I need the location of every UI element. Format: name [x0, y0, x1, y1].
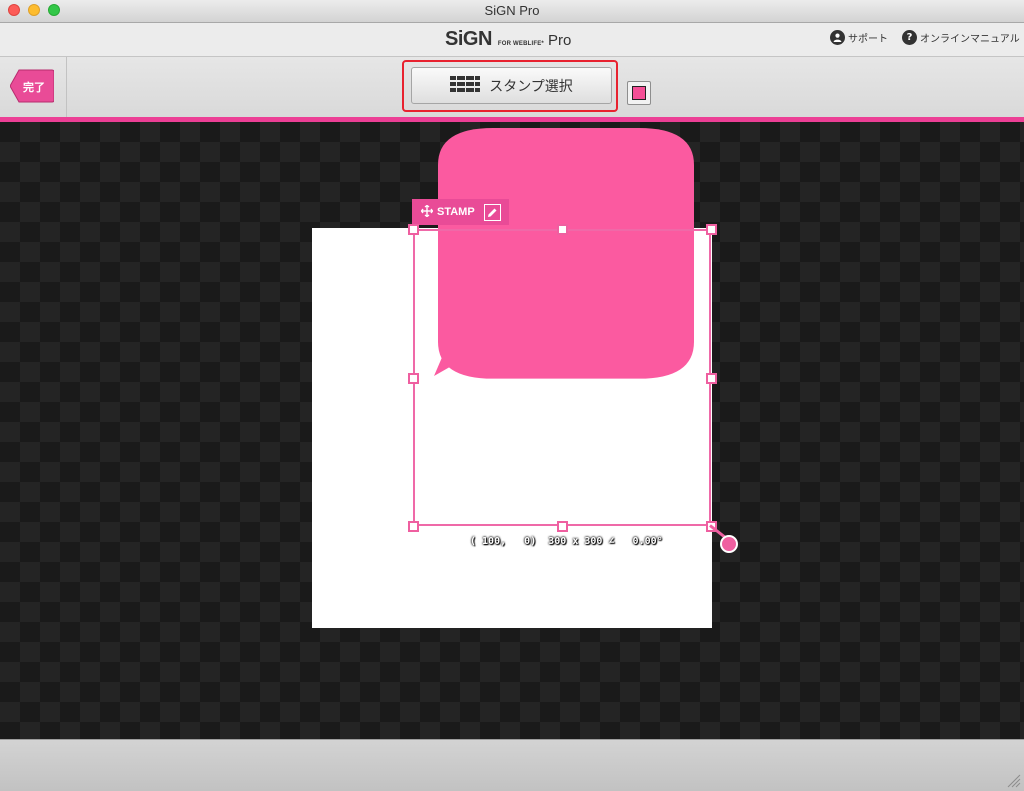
toolbar-divider — [66, 57, 67, 117]
zoom-window-button[interactable] — [48, 4, 60, 16]
rotation-handle[interactable] — [720, 535, 738, 553]
resize-handle-left[interactable] — [408, 373, 419, 384]
window-titlebar: SiGN Pro — [0, 0, 1024, 23]
resize-handle-top-left[interactable] — [408, 224, 419, 235]
coordinate-readout: ( 100, 0) 300 x 300 ∠ 0.00° — [470, 536, 663, 547]
resize-handle-top[interactable] — [557, 224, 568, 235]
minimize-window-button[interactable] — [28, 4, 40, 16]
question-circle-icon: ? — [902, 30, 917, 45]
selection-box[interactable] — [413, 229, 711, 526]
move-arrows-icon[interactable] — [420, 204, 434, 220]
logo-pro: Pro — [547, 32, 572, 49]
color-swatch-fill — [632, 86, 646, 100]
status-bar — [0, 739, 1024, 791]
person-circle-icon — [830, 30, 845, 45]
close-window-button[interactable] — [8, 4, 20, 16]
color-swatch-button[interactable] — [627, 81, 651, 105]
logo-sub: FOR WEBLIFE* — [497, 41, 544, 47]
pencil-icon[interactable] — [483, 203, 501, 221]
stamp-select-label: スタンプ選択 — [489, 78, 573, 95]
support-label: サポート — [848, 34, 888, 45]
done-label: 完了 — [23, 81, 45, 94]
grid-icon — [450, 75, 481, 96]
app-header: SiGN FOR WEBLIFE* Pro サポート ? オンラインマニュアル — [0, 23, 1024, 57]
online-manual-link[interactable]: ? オンラインマニュアル — [902, 30, 1020, 45]
support-link[interactable]: サポート — [830, 30, 888, 45]
window-title: SiGN Pro — [484, 3, 540, 18]
resize-grip-icon[interactable] — [1007, 774, 1021, 788]
resize-handle-bottom-left[interactable] — [408, 521, 419, 532]
stamp-tab-label: STAMP — [437, 206, 475, 218]
window-controls — [8, 4, 60, 16]
stamp-tab[interactable]: STAMP — [412, 199, 509, 225]
manual-label: オンラインマニュアル — [920, 34, 1020, 45]
stamp-select-button[interactable]: スタンプ選択 — [411, 67, 612, 104]
app-logo: SiGN FOR WEBLIFE* Pro — [445, 28, 571, 51]
logo-main: SiGN — [445, 28, 492, 50]
resize-handle-right[interactable] — [706, 373, 717, 384]
done-button[interactable]: 完了 — [9, 69, 55, 103]
resize-handle-top-right[interactable] — [706, 224, 717, 235]
resize-handle-bottom[interactable] — [557, 521, 568, 532]
